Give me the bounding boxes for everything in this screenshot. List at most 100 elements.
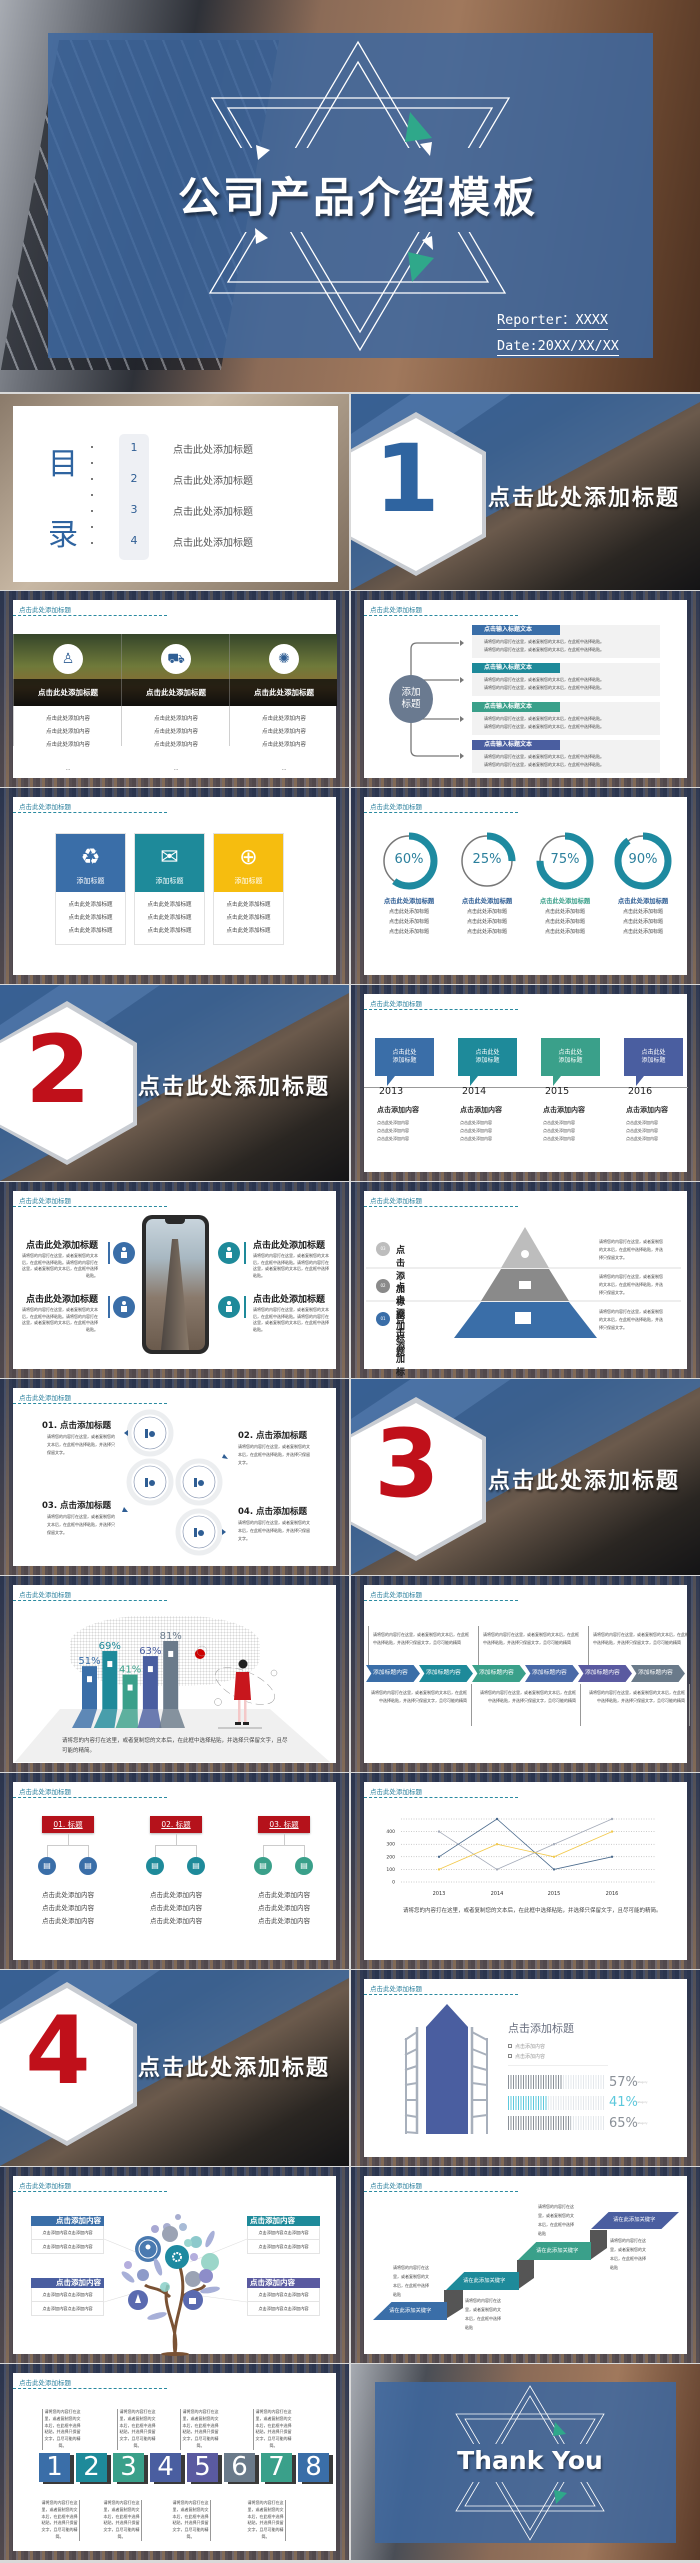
- feature-line: 点击此处添加内容: [45, 716, 90, 722]
- process-step[interactable]: 添加标题内容: [419, 1665, 473, 1682]
- org-slide[interactable]: 点击此处添加标题 01. 标题 ▤ ▤ 点击此处添加内容 点击此处添加内容 点击此处…: [0, 1773, 349, 1969]
- slide-header[interactable]: 点击此处添加标题: [19, 2377, 71, 2387]
- timeline-box-line: 添加标题: [558, 1057, 583, 1064]
- feature-card[interactable]: ♻ 添加标题 点击此处添加标题 点击此处添加标题 点击此处添加标题: [55, 833, 126, 945]
- features-slide[interactable]: 点击此处添加标题 ♙ 点击此处添加标题 点击此处添加内容 点击此处添加内容 点击此处…: [0, 591, 349, 787]
- branch-item[interactable]: 点击输入标题文本 请将您的内容打在这里，或者复制您的文本后，在此框中选择粘贴。请…: [472, 739, 660, 773]
- contact-card-icon: ▤: [295, 1857, 313, 1875]
- section-slide-2[interactable]: 2 点击此处添加标题: [0, 985, 349, 1181]
- section-title[interactable]: 点击此处添加标题: [488, 480, 680, 512]
- process-step[interactable]: 添加标题内容: [578, 1665, 632, 1682]
- number-cube[interactable]: 7: [261, 2453, 292, 2482]
- process-step[interactable]: 添加标题内容: [631, 1665, 685, 1682]
- slide-header[interactable]: 点击此处添加标题: [19, 1786, 71, 1796]
- org-group[interactable]: 03. 标题 ▤ ▤ 点击此处添加内容 点击此处添加内容 点击此处添加内容: [248, 1816, 349, 1936]
- toc-item[interactable]: 1 点击此处添加标题: [119, 441, 339, 472]
- tree-box-3[interactable]: 点击添加内容 点击添加内容点击添加内容 点击添加内容点击添加内容: [31, 2278, 104, 2316]
- feature-line: 点击此处添加内容: [45, 742, 90, 748]
- slide-header[interactable]: 点击此处添加标题: [19, 801, 71, 811]
- tree-box-4[interactable]: 点击添加内容 点击添加内容点击添加内容 点击添加内容点击添加内容: [247, 2278, 320, 2316]
- circle-item-4[interactable]: 04. 点击添加标题 请将您的内容打在这里，或者复制您的文本后，在此框中选择粘贴，…: [238, 1505, 313, 1543]
- section-slide-1[interactable]: 1 点击此处添加标题: [351, 394, 700, 590]
- number-cube[interactable]: 3: [113, 2453, 144, 2482]
- numbers-slide[interactable]: 点击此处添加标题 12345678 请将您的内容打在这里，或者复制您的文本后，在…: [0, 2364, 349, 2560]
- feature-line: 点击此处添加内容: [261, 716, 306, 722]
- tree-slide[interactable]: 点击此处添加标题 点击添加内容 点击添加内容点击添加内容 点击添加内容点击添加内容 …: [0, 2167, 349, 2363]
- stairs-slide[interactable]: 点击此处添加标题 请在此添加关键字 请在此添加关键字 请在此添加关键字 请在此添…: [351, 2167, 700, 2363]
- circle-item-3[interactable]: 03. 点击添加标题 请将您的内容打在这里，或者复制您的文本后，在此框中选择粘贴，…: [42, 1499, 117, 1537]
- line-chart-slide[interactable]: 点击此处添加标题 0 100 200 300 400 2013 2014 2015 2016 请…: [351, 1773, 700, 1969]
- org-group-label[interactable]: 02. 标题: [150, 1816, 202, 1833]
- level-title[interactable]: 点击添加标题: [396, 1313, 405, 1378]
- circle-item-2[interactable]: 02. 点击添加标题 请将您的内容打在这里，或者复制您的文本后，在此框中选择粘贴，…: [238, 1429, 313, 1467]
- feature-title: 点击此处添加标题: [38, 688, 98, 697]
- card-header: ♻ 添加标题: [56, 834, 125, 892]
- section-title[interactable]: 点击此处添加标题: [138, 1069, 330, 1101]
- timeline-item[interactable]: 点击此处 添加标题 2015 点击添加内容 点击此处添加内容 点击此处添加内容 点击此…: [541, 1038, 624, 1143]
- thank-you-slide[interactable]: Thank You: [351, 2364, 700, 2560]
- number-cube[interactable]: 2: [76, 2453, 107, 2482]
- toc-slide[interactable]: 目 录 1 点击此处添加标题 2 点击此处添加标题 3 点击此处添加标题 4 点…: [0, 394, 349, 590]
- number-cube[interactable]: 6: [224, 2453, 255, 2482]
- process-step[interactable]: 添加标题内容: [472, 1665, 526, 1682]
- number-cube[interactable]: 5: [187, 2453, 218, 2482]
- section-number: 2: [25, 1016, 91, 1125]
- section-title[interactable]: 点击此处添加标题: [488, 1463, 680, 1495]
- org-group-label[interactable]: 03. 标题: [258, 1816, 310, 1833]
- circles-slide[interactable]: 点击此处添加标题 01. 点击添加标题 请将您的内容打在这里，或者复制您的文本后，…: [0, 1379, 349, 1575]
- slide-header[interactable]: 点击此处添加标题: [370, 1589, 422, 1599]
- feature-card[interactable]: ✉ 添加标题 点击此处添加标题 点击此处添加标题 点击此处添加标题: [134, 833, 205, 945]
- circle-item-1[interactable]: 01. 点击添加标题 请将您的内容打在这里，或者复制您的文本后，在此框中选择粘贴，…: [42, 1419, 117, 1457]
- toc-item-number: 3: [130, 503, 138, 516]
- branch-item[interactable]: 点击输入标题文本 请将您的内容打在这里，或者复制您的文本后，在此框中选择粘贴。请…: [472, 625, 660, 658]
- org-group[interactable]: 02. 标题 ▤ ▤ 点击此处添加内容 点击此处添加内容 点击此处添加内容: [140, 1816, 248, 1936]
- slide-header[interactable]: 点击此处添加标题: [370, 801, 422, 811]
- ring-value: 60%: [394, 852, 424, 867]
- series-point: [552, 1868, 556, 1871]
- building-slide[interactable]: 点击此处添加标题 点击添加标题 点击添加内容 点击添加内容 57% Category…: [351, 1970, 700, 2166]
- feature-card[interactable]: ⊕ 添加标题 点击此处添加标题 点击此处添加标题 点击此处添加标题: [213, 833, 284, 945]
- checkbox-icon: [508, 2044, 512, 2048]
- timeline-slide[interactable]: 点击此处添加标题 点击此处 添加标题 2013 点击添加内容 点击此处添加内容 点击…: [351, 985, 700, 1181]
- progress-value: 41%: [609, 2095, 638, 2111]
- slide-header[interactable]: 点击此处添加标题: [370, 998, 422, 1008]
- branch-item[interactable]: 点击输入标题文本 请将您的内容打在这里，或者复制您的文本后，在此框中选择粘贴。请…: [472, 663, 660, 697]
- timeline-item[interactable]: 点击此处 添加标题 2014 点击添加内容 点击此处添加内容 点击此处添加内容 点击此…: [458, 1038, 541, 1143]
- number-cube[interactable]: 4: [150, 2453, 181, 2482]
- section-slide-4[interactable]: 4 点击此处添加标题: [0, 1970, 349, 2166]
- card-header: ⊕ 添加标题: [214, 834, 283, 892]
- pyramid-slide[interactable]: 点击此处添加标题 03 点击添加标题 请将您的内容打在这里，或者复制您的文本后，…: [351, 1182, 700, 1378]
- process-step[interactable]: 添加标题内容: [525, 1665, 579, 1682]
- branch-slide[interactable]: 点击此处添加标题 添加 标题 点击输入标题文本 请将您的内容打在这里，或者复制您的…: [351, 591, 700, 787]
- timeline-item[interactable]: 点击此处 添加标题 2016 点击添加内容 点击此处添加内容 点击此处添加内容 点击此…: [624, 1038, 700, 1143]
- feature-column[interactable]: ⛟ 点击此处添加标题 点击此处添加内容 点击此处添加内容 点击此处添加内容 ...: [121, 634, 229, 772]
- tree-box-2[interactable]: 点击添加内容 点击添加内容点击添加内容 点击添加内容点击添加内容: [247, 2216, 320, 2254]
- ring-item[interactable]: 25% 点击此处添加标题 点击此处添加标题 点击此处添加标题 点击此处添加标题: [448, 831, 526, 937]
- branch-item-line: 请将您的内容打在这里，或者复制您的文本后，在此框中选择粘贴。: [484, 753, 604, 759]
- ring-item[interactable]: 60% 点击此处添加标题 点击此处添加标题 点击此处添加标题 点击此处添加标题: [370, 831, 448, 937]
- process-step[interactable]: 添加标题内容: [366, 1665, 420, 1682]
- number-cube[interactable]: 1: [39, 2453, 70, 2482]
- org-group[interactable]: 01. 标题 ▤ ▤ 点击此处添加内容 点击此处添加内容 点击此处添加内容: [32, 1816, 140, 1936]
- toc-item[interactable]: 3 点击此处添加标题: [119, 503, 339, 534]
- phone-slide[interactable]: 点击此处添加标题 点击此处添加标题 请将您的内容打在这里，或者复制您的文本后，在此…: [0, 1182, 349, 1378]
- bar-chart-slide[interactable]: 点击此处添加标题 51% 69% 41% 63% 81% 请将您的内容打在这里，或者复制…: [0, 1576, 349, 1772]
- timeline-item[interactable]: 点击此处 添加标题 2013 点击添加内容 点击此处添加内容 点击此处添加内容 点击此…: [375, 1038, 458, 1143]
- branch-item[interactable]: 点击输入标题文本 请将您的内容打在这里，或者复制您的文本后，在此框中选择粘贴。请…: [472, 701, 660, 735]
- rings-slide[interactable]: 点击此处添加标题 60% 点击此处添加标题 点击此处添加标题 点击此处添加标题 点击…: [351, 788, 700, 984]
- feature-column[interactable]: ✺ 点击此处添加标题 点击此处添加内容 点击此处添加内容 点击此处添加内容 ...: [229, 634, 337, 772]
- feature-column[interactable]: ♙ 点击此处添加标题 点击此处添加内容 点击此处添加内容 点击此处添加内容 ...: [13, 634, 121, 772]
- slide-header[interactable]: 点击此处添加标题: [19, 604, 71, 614]
- ring-item[interactable]: 90% 点击此处添加标题 点击此处添加标题 点击此处添加标题 点击此处添加标题: [604, 831, 682, 937]
- section-slide-3[interactable]: 3 点击此处添加标题: [351, 1379, 700, 1575]
- number-cube[interactable]: 8: [298, 2453, 329, 2482]
- section-title[interactable]: 点击此处添加标题: [138, 2050, 330, 2082]
- process-slide[interactable]: 点击此处添加标题 添加标题内容 添加标题内容 添加标题内容 添加标题内容 添加标题内容添…: [351, 1576, 700, 1772]
- org-group-label[interactable]: 01. 标题: [42, 1816, 94, 1833]
- card-line: 点击此处添加标题: [147, 928, 192, 934]
- tree-box-1[interactable]: 点击添加内容 点击添加内容点击添加内容 点击添加内容点击添加内容: [31, 2216, 104, 2254]
- toc-item[interactable]: 4 点击此处添加标题: [119, 534, 339, 565]
- toc-item[interactable]: 2 点击此处添加标题: [119, 472, 339, 503]
- cards-slide[interactable]: 点击此处添加标题 ♻ 添加标题 点击此处添加标题 点击此处添加标题 点击此处添加标题…: [0, 788, 349, 984]
- ring-item[interactable]: 75% 点击此处添加标题 点击此处添加标题 点击此处添加标题 点击此处添加标题: [526, 831, 604, 937]
